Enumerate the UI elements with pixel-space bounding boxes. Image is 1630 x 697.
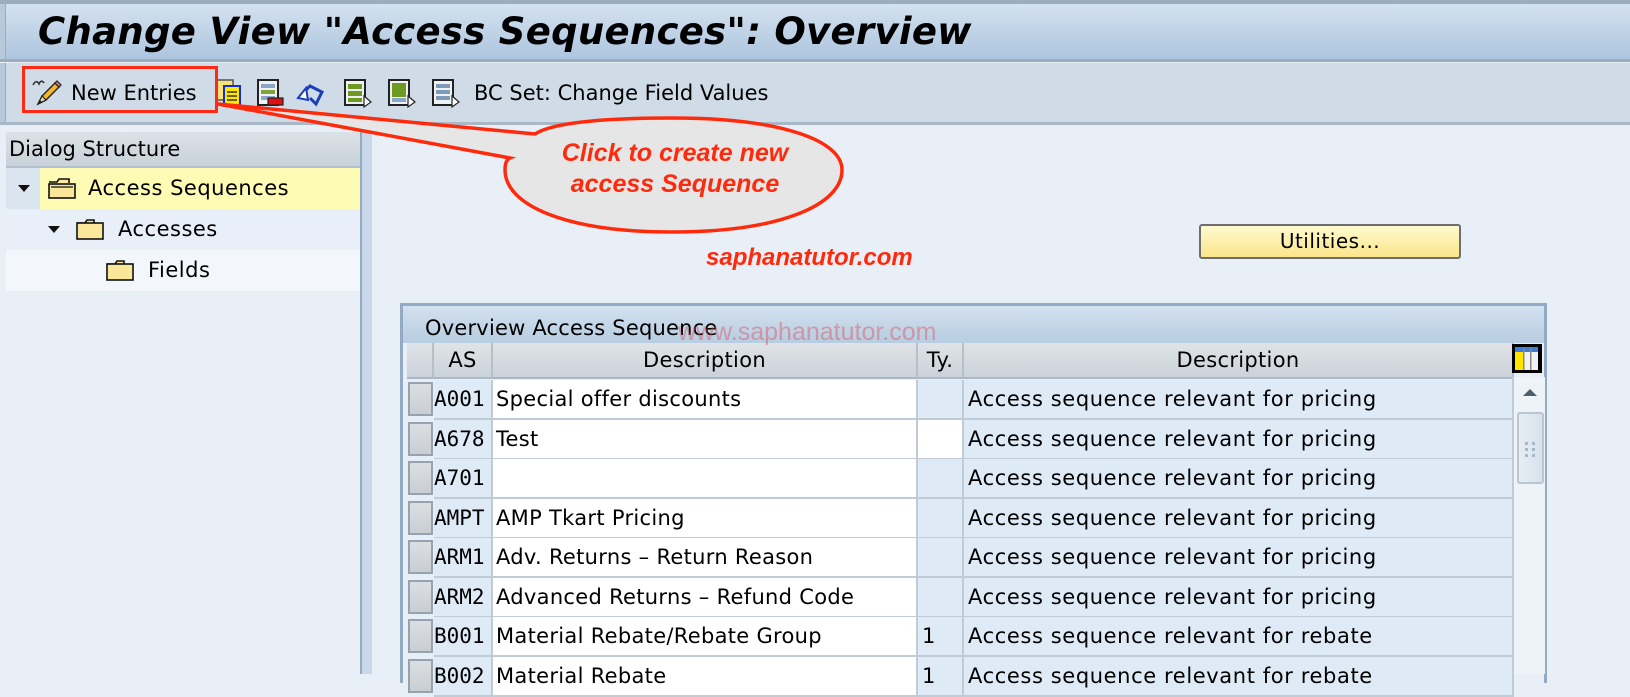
cell-description[interactable]: Advanced Returns – Refund Code: [493, 577, 918, 618]
cell-type[interactable]: [918, 419, 964, 460]
cell-as[interactable]: ARM2: [434, 577, 493, 618]
callout-text: Click to create new access Sequence: [520, 138, 830, 200]
cell-type-description: Access sequence relevant for pricing: [964, 459, 1514, 499]
watermark-text: saphanatutor.com: [706, 244, 913, 271]
table-row[interactable]: ARM1 Adv. Returns – Return Reason Access s…: [403, 538, 1514, 578]
row-select-button[interactable]: [408, 619, 433, 653]
tree-item-access-sequences[interactable]: Access Sequences: [6, 168, 360, 209]
cell-description[interactable]: Adv. Returns – Return Reason: [493, 538, 918, 578]
column-header-type[interactable]: Ty.: [918, 343, 964, 379]
scrollbar-thumb[interactable]: [1517, 412, 1544, 484]
table-title: Overview Access Sequence: [403, 306, 1544, 343]
row-select-button[interactable]: [408, 382, 433, 416]
table-row[interactable]: AMPT AMP Tkart Pricing Access sequence rel…: [403, 498, 1514, 539]
row-selector[interactable]: [407, 380, 434, 420]
cell-type[interactable]: [918, 459, 964, 499]
cell-type-description: Access sequence relevant for pricing: [964, 380, 1514, 420]
folder-open-icon: [48, 178, 76, 199]
cell-as[interactable]: B001: [434, 617, 493, 657]
tree-item-fields[interactable]: Fields: [6, 250, 360, 291]
vertical-scrollbar[interactable]: [1512, 377, 1545, 674]
highlight-box: [22, 66, 218, 113]
page-title: Change View "Access Sequences": Overview: [38, 10, 972, 53]
cell-type[interactable]: 1: [918, 656, 964, 697]
select-all-icon[interactable]: [342, 78, 372, 109]
cell-type-description: Access sequence relevant for rebate: [964, 617, 1514, 657]
pane-splitter[interactable]: [360, 126, 372, 674]
dialog-structure-header: Dialog Structure: [6, 132, 360, 168]
cell-description[interactable]: Material Rebate: [493, 656, 918, 697]
bc-set-change-field-values-button[interactable]: BC Set: Change Field Values: [474, 75, 768, 111]
row-select-button[interactable]: [408, 540, 433, 574]
cell-type-description: Access sequence relevant for rebate: [964, 656, 1514, 697]
cell-type[interactable]: 1: [918, 617, 964, 657]
utilities-button[interactable]: Utilities...: [1199, 224, 1461, 259]
row-selector[interactable]: [407, 577, 434, 618]
column-header-as[interactable]: AS: [434, 343, 493, 379]
cell-type-description: Access sequence relevant for pricing: [964, 419, 1514, 460]
callout-line-1: Click to create new: [561, 139, 789, 167]
deselect-all-icon[interactable]: [430, 78, 460, 109]
row-select-button[interactable]: [408, 421, 433, 456]
column-configuration-icon[interactable]: [1511, 343, 1543, 374]
row-selector[interactable]: [407, 498, 434, 539]
cell-description[interactable]: Test: [493, 419, 918, 460]
row-select-button[interactable]: [408, 658, 433, 693]
cell-type-description: Access sequence relevant for pricing: [964, 538, 1514, 578]
scroll-up-arrow-icon[interactable]: [1517, 380, 1543, 406]
tree-item-accesses[interactable]: Accesses: [6, 209, 360, 250]
grip-icon: [1525, 442, 1535, 457]
cell-as[interactable]: A001: [434, 380, 493, 420]
folder-icon: [106, 260, 134, 281]
tree-item-label: Fields: [148, 258, 211, 282]
column-header-type-description[interactable]: Description: [964, 343, 1514, 379]
cell-description[interactable]: Special offer discounts: [493, 380, 918, 420]
row-selector[interactable]: [407, 656, 434, 697]
row-selector[interactable]: [407, 459, 434, 499]
expand-triangle-icon[interactable]: [48, 226, 60, 233]
table-row[interactable]: B001 Material Rebate/Rebate Group 1 Access …: [403, 617, 1514, 657]
row-selector[interactable]: [407, 419, 434, 460]
cell-type-description: Access sequence relevant for pricing: [964, 498, 1514, 539]
cell-as[interactable]: ARM1: [434, 538, 493, 578]
table-row[interactable]: A678 Test Access sequence relevant for pri…: [403, 419, 1514, 460]
tree-item-label: Accesses: [118, 217, 218, 241]
copy-as-icon[interactable]: [214, 78, 244, 108]
cell-type[interactable]: [918, 498, 964, 539]
cell-description[interactable]: Material Rebate/Rebate Group: [493, 617, 918, 657]
select-all-rows-header[interactable]: [407, 343, 434, 379]
cell-type-description: Access sequence relevant for pricing: [964, 577, 1514, 618]
folder-icon: [76, 219, 104, 240]
row-selector[interactable]: [407, 538, 434, 578]
cell-as[interactable]: A678: [434, 419, 493, 460]
access-sequence-table: Overview Access Sequence AS Description …: [400, 303, 1547, 697]
row-select-button[interactable]: [408, 579, 433, 614]
select-block-icon[interactable]: [386, 78, 416, 109]
row-select-button[interactable]: [408, 500, 433, 535]
expand-triangle-icon[interactable]: [18, 185, 30, 192]
dialog-structure-panel: Dialog Structure Access Sequences Access…: [6, 126, 360, 674]
cell-type[interactable]: [918, 577, 964, 618]
delete-icon[interactable]: [255, 78, 285, 108]
cell-as[interactable]: B002: [434, 656, 493, 697]
table-row[interactable]: A001 Special offer discounts Access sequen…: [403, 380, 1514, 420]
table-row[interactable]: ARM2 Advanced Returns – Refund Code Access…: [403, 577, 1514, 618]
table-row[interactable]: A701 Access sequence relevant for pricing: [403, 459, 1514, 499]
undo-change-icon[interactable]: [296, 78, 326, 108]
cell-description[interactable]: AMP Tkart Pricing: [493, 498, 918, 539]
cell-type[interactable]: [918, 538, 964, 578]
row-selector[interactable]: [407, 617, 434, 657]
row-select-button[interactable]: [408, 461, 433, 495]
cell-as[interactable]: AMPT: [434, 498, 493, 539]
cell-description[interactable]: [493, 459, 918, 499]
table-row[interactable]: B002 Material Rebate 1 Access sequence rele…: [403, 656, 1514, 697]
application-toolbar: New Entries BC Set: Change Field Values: [0, 63, 1630, 125]
watermark-url: www.saphanatutor.com: [678, 318, 937, 346]
title-bar: Change View "Access Sequences": Overview: [0, 0, 1630, 62]
cell-type[interactable]: [918, 380, 964, 420]
tree-item-label: Access Sequences: [88, 176, 290, 200]
cell-as[interactable]: A701: [434, 459, 493, 499]
callout-line-2: access Sequence: [570, 170, 780, 198]
column-header-description[interactable]: Description: [493, 343, 918, 379]
